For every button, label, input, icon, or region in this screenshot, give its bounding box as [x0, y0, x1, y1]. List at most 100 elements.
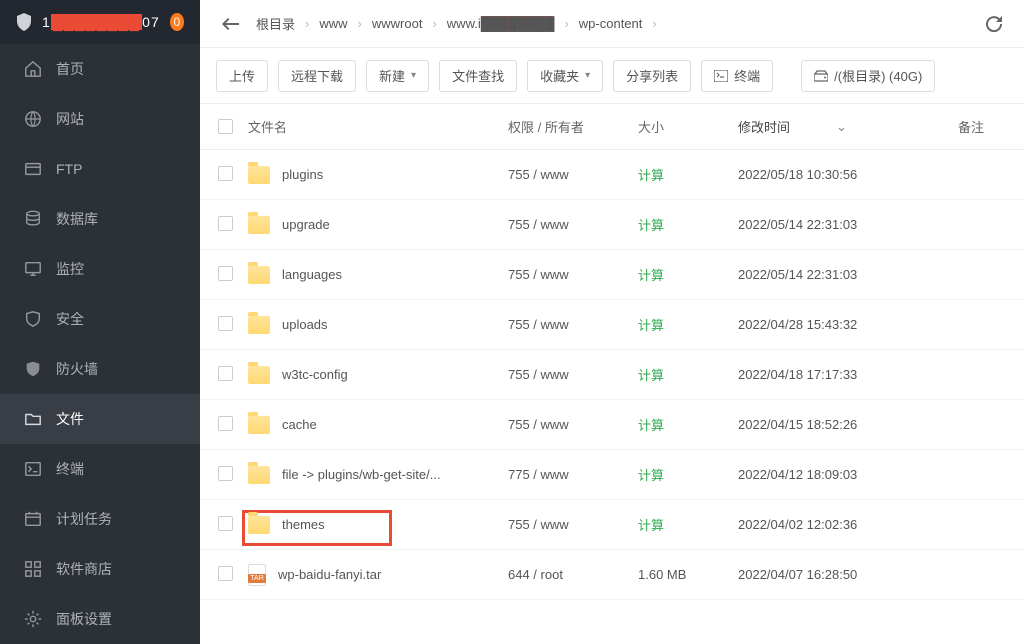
globe-icon: [24, 110, 42, 128]
remote-download-button[interactable]: 远程下载: [278, 60, 356, 92]
row-checkbox[interactable]: [200, 166, 248, 184]
file-size[interactable]: 计算: [638, 415, 738, 434]
file-mtime: 2022/05/18 10:30:56: [738, 167, 958, 182]
ftp-icon: [24, 160, 42, 178]
file-permission: 755 / www: [508, 217, 638, 232]
sidebar-item-label: 终端: [56, 459, 84, 479]
file-row[interactable]: themes755 / www计算2022/04/02 12:02:36: [200, 500, 1024, 550]
file-row[interactable]: wp-baidu-fanyi.tar644 / root1.60 MB2022/…: [200, 550, 1024, 600]
sidebar-item-cron[interactable]: 计划任务: [0, 494, 200, 544]
file-name-cell[interactable]: languages: [248, 266, 508, 284]
select-all-checkbox[interactable]: [200, 119, 248, 134]
sidebar-item-shield[interactable]: 安全: [0, 294, 200, 344]
terminal-button[interactable]: 终端: [701, 60, 773, 92]
file-row[interactable]: cache755 / www计算2022/04/15 18:52:26: [200, 400, 1024, 450]
file-row[interactable]: languages755 / www计算2022/05/14 22:31:03: [200, 250, 1024, 300]
breadcrumb-item[interactable]: wp-content: [579, 16, 643, 31]
breadcrumb-bar: 根目录›www›wwwroot›www.i████████›wp-content…: [200, 0, 1024, 48]
sidebar-item-monitor[interactable]: 监控: [0, 244, 200, 294]
file-name-cell[interactable]: w3tc-config: [248, 366, 508, 384]
column-note[interactable]: 备注: [958, 117, 1016, 136]
file-name-cell[interactable]: themes: [248, 516, 508, 534]
file-name-cell[interactable]: plugins: [248, 166, 508, 184]
column-name[interactable]: 文件名: [248, 117, 508, 136]
sidebar-item-label: 文件: [56, 409, 84, 429]
breadcrumb-item[interactable]: www: [319, 16, 347, 31]
folder-icon: [248, 316, 270, 334]
row-checkbox[interactable]: [200, 516, 248, 534]
shield-icon: [24, 310, 42, 328]
main-panel: 根目录›www›wwwroot›www.i████████›wp-content…: [200, 0, 1024, 644]
file-size[interactable]: 计算: [638, 465, 738, 484]
sidebar-item-ftp[interactable]: FTP: [0, 144, 200, 194]
share-list-button[interactable]: 分享列表: [613, 60, 691, 92]
row-checkbox[interactable]: [200, 266, 248, 284]
disk-button[interactable]: /(根目录) (40G): [801, 60, 935, 92]
column-permission[interactable]: 权限 / 所有者: [508, 117, 638, 136]
file-row[interactable]: upgrade755 / www计算2022/05/14 22:31:03: [200, 200, 1024, 250]
file-size[interactable]: 计算: [638, 315, 738, 334]
upload-button[interactable]: 上传: [216, 60, 268, 92]
sidebar-item-label: 计划任务: [56, 509, 112, 529]
sidebar-item-folder[interactable]: 文件: [0, 394, 200, 444]
file-name-cell[interactable]: cache: [248, 416, 508, 434]
breadcrumb-item[interactable]: 根目录: [256, 14, 295, 33]
column-size[interactable]: 大小: [638, 117, 738, 136]
column-mtime[interactable]: 修改时间 ⌄: [738, 117, 958, 136]
row-checkbox[interactable]: [200, 416, 248, 434]
file-row[interactable]: uploads755 / www计算2022/04/28 15:43:32: [200, 300, 1024, 350]
file-name-cell[interactable]: upgrade: [248, 216, 508, 234]
file-size[interactable]: 计算: [638, 265, 738, 284]
file-name-cell[interactable]: wp-baidu-fanyi.tar: [248, 564, 508, 586]
file-size[interactable]: 计算: [638, 215, 738, 234]
breadcrumb-item[interactable]: wwwroot: [372, 16, 423, 31]
sidebar-item-apps[interactable]: 软件商店: [0, 544, 200, 594]
file-name: w3tc-config: [282, 367, 348, 382]
sidebar-item-globe[interactable]: 网站: [0, 94, 200, 144]
file-permission: 775 / www: [508, 467, 638, 482]
sidebar-item-firewall[interactable]: 防火墙: [0, 344, 200, 394]
file-permission: 755 / www: [508, 167, 638, 182]
new-button[interactable]: 新建▾: [366, 60, 429, 92]
back-button[interactable]: [216, 10, 244, 38]
server-ip: 1████████07: [42, 14, 160, 30]
row-checkbox[interactable]: [200, 216, 248, 234]
notification-badge[interactable]: 0: [170, 13, 184, 31]
file-permission: 755 / www: [508, 417, 638, 432]
file-size[interactable]: 计算: [638, 515, 738, 534]
favorites-button[interactable]: 收藏夹▾: [527, 60, 603, 92]
chevron-right-icon: ›: [652, 16, 656, 31]
sidebar-item-settings[interactable]: 面板设置: [0, 594, 200, 644]
breadcrumbs: 根目录›www›wwwroot›www.i████████›wp-content…: [256, 14, 968, 33]
file-search-button[interactable]: 文件查找: [439, 60, 517, 92]
toolbar: 上传 远程下载 新建▾ 文件查找 收藏夹▾ 分享列表 终端 /(根目录) (40…: [200, 48, 1024, 104]
sidebar-item-home[interactable]: 首页: [0, 44, 200, 94]
folder-icon: [24, 410, 42, 428]
file-row[interactable]: file -> plugins/wb-get-site/...775 / www…: [200, 450, 1024, 500]
sidebar-item-label: 数据库: [56, 209, 98, 229]
folder-icon: [248, 166, 270, 184]
row-checkbox[interactable]: [200, 366, 248, 384]
file-size[interactable]: 计算: [638, 365, 738, 384]
file-name-cell[interactable]: file -> plugins/wb-get-site/...: [248, 466, 508, 484]
sidebar-item-label: 安全: [56, 309, 84, 329]
refresh-button[interactable]: [980, 10, 1008, 38]
row-checkbox[interactable]: [200, 316, 248, 334]
firewall-icon: [24, 360, 42, 378]
sidebar-item-label: 面板设置: [56, 609, 112, 629]
sidebar-item-database[interactable]: 数据库: [0, 194, 200, 244]
file-name-cell[interactable]: uploads: [248, 316, 508, 334]
sidebar-item-label: 网站: [56, 109, 84, 129]
sidebar-item-terminal[interactable]: 终端: [0, 444, 200, 494]
file-row[interactable]: w3tc-config755 / www计算2022/04/18 17:17:3…: [200, 350, 1024, 400]
monitor-icon: [24, 260, 42, 278]
row-checkbox[interactable]: [200, 466, 248, 484]
sidebar-item-label: FTP: [56, 161, 82, 177]
row-checkbox[interactable]: [200, 566, 248, 584]
breadcrumb-item[interactable]: www.i████████: [447, 16, 555, 31]
file-size[interactable]: 计算: [638, 165, 738, 184]
sidebar-item-label: 软件商店: [56, 559, 112, 579]
file-mtime: 2022/05/14 22:31:03: [738, 267, 958, 282]
sidebar: 1████████07 0 首页网站 FTP 数据库监控安全防火墙文件终端计划任务软…: [0, 0, 200, 644]
file-row[interactable]: plugins755 / www计算2022/05/18 10:30:56: [200, 150, 1024, 200]
